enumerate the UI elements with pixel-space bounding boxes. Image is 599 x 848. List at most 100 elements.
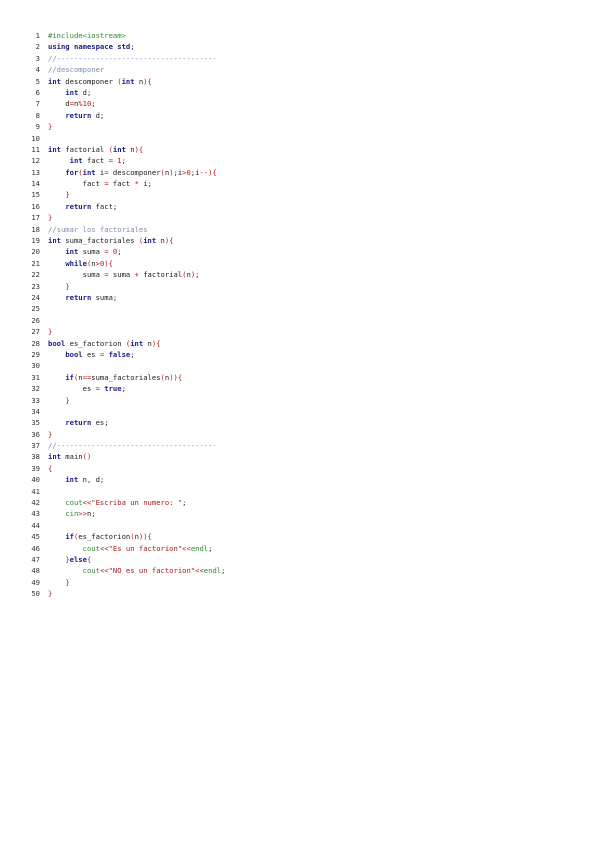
code-line: 34 — [30, 406, 225, 417]
line-number: 15 — [31, 190, 40, 200]
line-source: es = true; — [48, 383, 126, 394]
line-source: int factorial (int n){ — [48, 144, 143, 155]
line-source: fact = fact * i; — [48, 178, 152, 189]
line-number: 13 — [31, 167, 40, 177]
line-number: 44 — [31, 520, 40, 530]
line-number: 28 — [31, 338, 40, 348]
line-source: int d; — [48, 87, 91, 98]
code-line: 9} — [30, 121, 225, 132]
line-number: 29 — [31, 349, 40, 359]
code-line: 21 while(n>0){ — [30, 258, 225, 269]
code-token: std — [117, 42, 131, 52]
code-token: main — [60, 452, 83, 462]
line-number: 16 — [31, 201, 40, 211]
code-token: } — [65, 395, 70, 405]
code-line: 46 cout<<"Es un factorion"<<endl; — [30, 543, 225, 554]
line-number: 49 — [31, 577, 40, 587]
code-token: int — [48, 144, 61, 154]
code-token: } — [48, 589, 53, 599]
code-token: es; — [91, 418, 109, 428]
code-token: //------------------------------------- — [48, 441, 217, 451]
code-token: } — [65, 190, 70, 200]
line-number: 12 — [31, 156, 40, 166]
line-number: 41 — [31, 486, 40, 496]
code-token: int — [69, 156, 83, 166]
code-token: //sumar los factoriales — [48, 224, 148, 234]
code-token: return — [65, 418, 92, 428]
line-source: } — [48, 281, 70, 292]
line-source: } — [48, 429, 52, 440]
line-source: int descomponer (int n){ — [48, 76, 152, 87]
code-token: cout — [82, 543, 100, 553]
code-line: 22 suma = suma + factorial(n); — [30, 269, 225, 280]
code-token: 10 — [82, 99, 92, 109]
code-line: 48 cout<<"NO es un factorion"<<endl; — [30, 565, 225, 576]
line-number: 50 — [31, 589, 40, 599]
line-source: using namespace std; — [48, 41, 135, 52]
code-token: for — [65, 167, 79, 177]
line-number: 3 — [35, 53, 40, 63]
code-token: << — [82, 498, 92, 508]
code-line: 5 int descomponer (int n){ — [30, 76, 225, 87]
line-source: cout<<"Escriba un numero: "; — [48, 497, 186, 508]
code-token: } — [48, 122, 53, 132]
code-line: 40 int n, d; — [30, 474, 225, 485]
document-page: 1 #include<iostream> 2 using namespace std;… — [0, 0, 599, 848]
code-token: int — [130, 338, 144, 348]
code-token: ; — [130, 42, 135, 52]
code-line: 23 } — [30, 281, 225, 292]
code-token: << — [99, 566, 109, 576]
code-token: } — [65, 281, 70, 291]
line-source: } — [48, 326, 52, 337]
code-token: "NO es un factorion" — [108, 566, 196, 576]
line-number: 10 — [31, 133, 40, 143]
code-token: n — [134, 76, 144, 86]
code-line: 33 } — [30, 395, 225, 406]
code-line: 32 es = true; — [30, 383, 225, 394]
line-source: int main() — [48, 451, 91, 462]
code-line: 35 return es; — [30, 417, 225, 428]
code-token: while — [65, 258, 87, 268]
line-number: 7 — [35, 99, 40, 109]
line-number: 6 — [35, 87, 40, 97]
line-source: suma = suma + factorial(n); — [48, 269, 200, 280]
line-number: 22 — [31, 270, 40, 280]
line-source: cout<<"NO es un factorion"<<endl; — [48, 565, 226, 576]
code-token: ; — [121, 384, 126, 394]
code-token: true — [104, 384, 122, 394]
code-line: 44 — [30, 520, 225, 531]
code-line: 17} — [30, 212, 225, 223]
code-token: { — [86, 554, 92, 564]
line-source: int suma_factoriales (int n){ — [48, 235, 174, 246]
code-line: 42 cout<<"Escriba un numero: "; — [30, 497, 225, 508]
code-token: n — [143, 338, 152, 348]
line-number: 31 — [31, 372, 40, 382]
code-token: endl — [190, 543, 209, 553]
code-token: int — [112, 144, 126, 154]
line-number: 42 — [31, 498, 40, 508]
line-source: { — [48, 463, 52, 474]
line-number: 20 — [31, 247, 40, 257]
code-token: i — [95, 167, 105, 177]
line-number: 35 — [31, 418, 40, 428]
line-number: 43 — [31, 509, 40, 519]
code-token: fact — [48, 179, 105, 189]
code-token: es — [48, 384, 96, 394]
code-token: ; — [195, 270, 200, 280]
line-source: //------------------------------------- — [48, 53, 217, 64]
code-line: 31 if(n==suma_factoriales(n)){ — [30, 372, 225, 383]
code-token: int — [143, 236, 157, 246]
code-token: int — [48, 236, 61, 246]
line-source: }else{ — [48, 554, 91, 565]
line-source: #include<iostream> — [48, 30, 126, 41]
code-token: "Escriba un numero: " — [91, 498, 183, 508]
line-source: //sumar los factoriales — [48, 224, 148, 235]
line-number: 19 — [31, 236, 40, 246]
code-token: d; — [91, 110, 105, 120]
